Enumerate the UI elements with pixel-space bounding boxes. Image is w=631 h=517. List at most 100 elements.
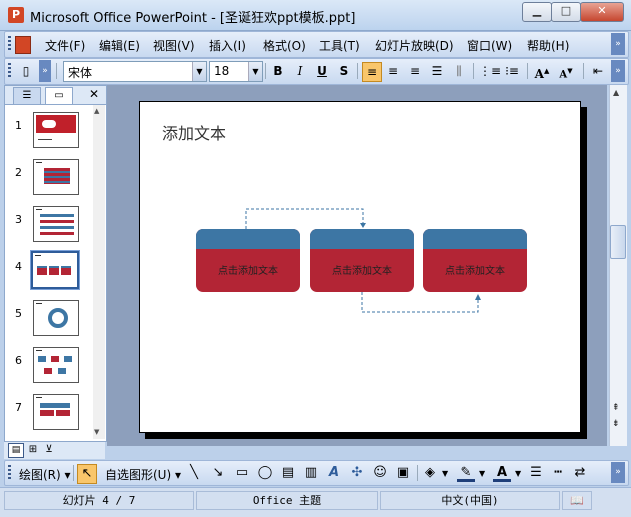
font-color-icon[interactable]: A xyxy=(493,464,511,482)
slide-number: 5 xyxy=(15,307,22,320)
slide-thumbnail-2[interactable] xyxy=(33,159,79,195)
select-pointer-icon[interactable]: ↖ xyxy=(77,464,97,484)
arrow-style-icon[interactable]: ⇄ xyxy=(571,464,589,482)
grip-handle[interactable] xyxy=(8,465,11,481)
italic-button[interactable]: I xyxy=(291,62,309,80)
new-document-icon[interactable]: ▯ xyxy=(17,62,35,80)
vertical-scrollbar[interactable]: ▲ ⇞ ⇟ xyxy=(609,85,627,446)
text-box-1[interactable]: 点击添加文本 xyxy=(196,229,300,292)
bold-button[interactable]: B xyxy=(269,62,287,80)
line-style-icon[interactable]: ☰ xyxy=(527,464,545,482)
slide-number: 1 xyxy=(15,119,22,132)
menu-file[interactable]: 文件(F) xyxy=(45,37,85,54)
menu-edit[interactable]: 编辑(E) xyxy=(99,37,140,54)
font-size-select[interactable]: 18 ▼ xyxy=(209,61,263,82)
tab-outline[interactable]: ☰ xyxy=(13,87,41,104)
font-name-select[interactable]: 宋体 ▼ xyxy=(63,61,207,82)
line-color-icon[interactable]: ✎ xyxy=(457,464,475,482)
menu-insert[interactable]: 插入(I) xyxy=(209,37,246,54)
toolbar-options-chevron-icon[interactable]: » xyxy=(611,33,625,55)
shadow-button[interactable]: S xyxy=(335,62,353,80)
close-icon[interactable]: ✕ xyxy=(89,87,99,101)
menu-view[interactable]: 视图(V) xyxy=(153,37,195,54)
window-title: Microsoft Office PowerPoint - [圣诞狂欢ppt模板… xyxy=(30,11,356,26)
text-box-icon[interactable]: ▤ xyxy=(279,464,297,482)
menu-format[interactable]: 格式(O) xyxy=(263,37,306,54)
slide-thumbnail-1[interactable] xyxy=(33,112,79,148)
picture-icon[interactable]: ▣ xyxy=(394,464,412,482)
normal-view-icon[interactable]: ▤ xyxy=(8,443,24,458)
vertical-text-box-icon[interactable]: ▥ xyxy=(302,464,320,482)
numbering-icon[interactable]: ⋮≡ xyxy=(479,62,501,80)
oval-icon[interactable]: ◯ xyxy=(256,464,274,482)
chevron-down-icon[interactable]: ▼ xyxy=(192,62,206,81)
decrease-indent-icon[interactable]: ⇤ xyxy=(589,62,607,80)
close-button[interactable]: ✕ xyxy=(580,2,624,22)
increase-font-size-button[interactable]: A▲ xyxy=(533,62,551,81)
slide-number: 6 xyxy=(15,354,22,367)
align-right-icon[interactable]: ≡ xyxy=(406,62,424,80)
menu-window[interactable]: 窗口(W) xyxy=(467,37,512,54)
scroll-up-icon[interactable]: ▲ xyxy=(613,88,619,97)
underline-button[interactable]: U xyxy=(313,62,331,80)
slide-thumbnail-5[interactable] xyxy=(33,300,79,336)
tab-slides[interactable]: ▭ xyxy=(45,87,73,104)
arrow-icon[interactable]: ↘ xyxy=(209,464,227,482)
decrease-font-size-button[interactable]: A▼ xyxy=(557,62,575,80)
text-box-3[interactable]: 点击添加文本 xyxy=(423,229,527,292)
toolbar-options-chevron-icon[interactable]: » xyxy=(611,60,625,82)
autoshapes-label: 自选图形(U) xyxy=(105,468,172,482)
chevron-down-icon[interactable]: ▼ xyxy=(248,62,262,81)
grip-handle[interactable] xyxy=(8,63,11,79)
justify-icon[interactable]: ☰ xyxy=(428,62,446,80)
line-icon[interactable]: ╲ xyxy=(185,464,203,482)
align-center-icon[interactable]: ≡ xyxy=(384,62,402,80)
slide-canvas[interactable]: 添加文本 点击添加文本 点击添加文本 点击添加文本 xyxy=(139,101,581,433)
increase-font-label: A xyxy=(534,67,544,81)
chevron-down-icon[interactable]: ▼ xyxy=(479,469,485,478)
distribute-icon[interactable]: ⫼ xyxy=(450,62,468,80)
title-bar: P Microsoft Office PowerPoint - [圣诞狂欢ppt… xyxy=(0,0,631,31)
menu-slideshow[interactable]: 幻灯片放映(D) xyxy=(375,37,454,54)
chevron-down-icon[interactable]: ▼ xyxy=(515,469,521,478)
slide-sorter-view-icon[interactable]: ⊞ xyxy=(26,443,40,456)
menu-help[interactable]: 帮助(H) xyxy=(527,37,569,54)
maximize-button[interactable]: □ xyxy=(551,2,581,22)
slide-number: 7 xyxy=(15,401,22,414)
powerpoint-app-icon[interactable]: P xyxy=(8,7,24,23)
scroll-up-icon[interactable]: ▲ xyxy=(94,107,99,115)
menu-tools[interactable]: 工具(T) xyxy=(319,37,360,54)
slide-number: 2 xyxy=(15,166,22,179)
toolbar-options-chevron-icon[interactable]: » xyxy=(39,60,51,82)
previous-slide-icon[interactable]: ⇞ xyxy=(612,403,620,414)
dash-style-icon[interactable]: ┅ xyxy=(549,464,567,482)
autoshapes-button[interactable]: 自选图形(U) ▾ xyxy=(105,466,181,483)
text-box-label: 点击添加文本 xyxy=(445,266,505,277)
grip-handle[interactable] xyxy=(8,36,11,52)
slide-number: 4 xyxy=(15,260,22,273)
scroll-down-icon[interactable]: ▼ xyxy=(94,428,99,436)
document-icon[interactable] xyxy=(15,36,31,54)
text-box-2[interactable]: 点击添加文本 xyxy=(310,229,414,292)
chevron-down-icon[interactable]: ▼ xyxy=(442,469,448,478)
scrollbar-thumb[interactable] xyxy=(610,225,626,259)
next-slide-icon[interactable]: ⇟ xyxy=(612,419,620,430)
slide-thumbnail-4[interactable] xyxy=(30,250,80,290)
align-left-icon[interactable]: ≡ xyxy=(362,62,382,82)
slideshow-view-icon[interactable]: ⊻ xyxy=(42,443,56,456)
clip-art-icon[interactable]: ☺ xyxy=(371,464,389,482)
slides-pane-scrollbar[interactable]: ▲ ▼ xyxy=(93,105,105,439)
slide-thumbnail-3[interactable] xyxy=(33,206,79,242)
minimize-button[interactable]: ▁ xyxy=(522,2,552,22)
slide-thumbnail-6[interactable] xyxy=(33,347,79,383)
toolbar-options-chevron-icon[interactable]: » xyxy=(611,462,625,483)
diagram-icon[interactable]: ✣ xyxy=(348,464,366,482)
spelling-check-icon[interactable]: 📖 xyxy=(562,491,592,510)
wordart-icon[interactable]: A xyxy=(325,464,343,482)
slide-number: 3 xyxy=(15,213,22,226)
draw-menu-button[interactable]: 绘图(R) ▾ xyxy=(19,466,71,483)
fill-color-icon[interactable]: ◈ xyxy=(421,464,439,482)
rectangle-icon[interactable]: ▭ xyxy=(233,464,251,482)
slide-thumbnail-7[interactable] xyxy=(33,394,79,430)
bullets-icon[interactable]: ⁝≡ xyxy=(503,62,521,80)
